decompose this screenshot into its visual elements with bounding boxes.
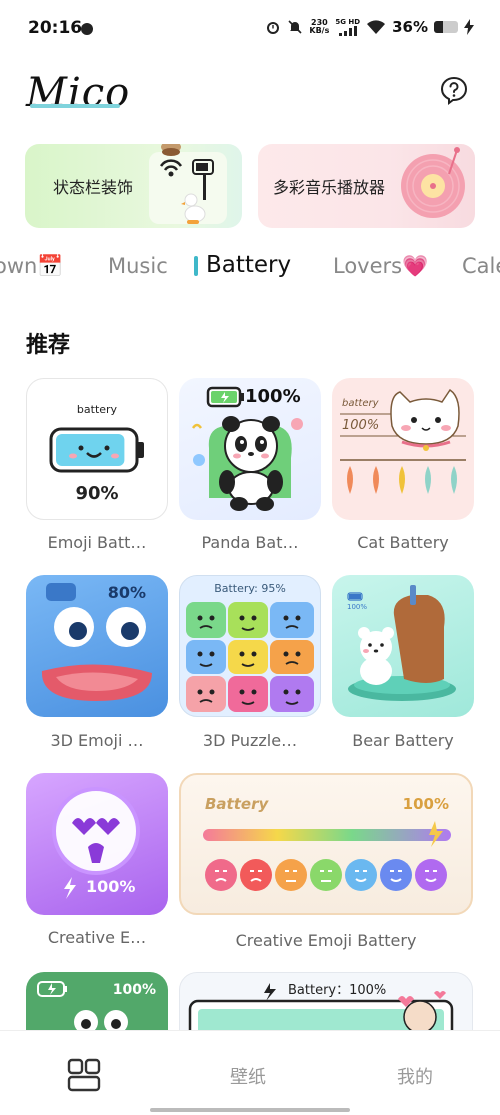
app-logo: Mico (26, 70, 131, 116)
3d-emoji-face-graphic (41, 583, 153, 701)
card-cat-battery[interactable]: battery 100% (332, 378, 474, 520)
bear-battery-graphic (347, 585, 456, 701)
charging-icon (464, 19, 474, 35)
emoji-face-row (205, 859, 447, 891)
question-circle-icon[interactable] (440, 76, 468, 106)
card-label: Emoji Batt… (47, 533, 147, 552)
status-icons: 230 KB/s 5G HD 36% (265, 18, 474, 36)
grid-icon[interactable] (67, 1058, 101, 1092)
card-thumb-caption: battery (76, 403, 118, 416)
battery-icon (434, 21, 458, 33)
status-time: 20:16 (28, 18, 83, 38)
card-thumb-value: 80% (107, 583, 146, 602)
banner-music-player[interactable]: 多彩音乐播放器 (258, 144, 475, 228)
banner-status-bar-decor[interactable]: 状态栏装饰 (25, 144, 242, 228)
vinyl-record-illustration (401, 147, 465, 218)
card-3d-emoji[interactable]: 80% (26, 575, 168, 717)
battery-percent: 36% (392, 18, 428, 36)
card-creative-emoji-small[interactable]: 100% (26, 773, 168, 915)
tab-battery[interactable]: Battery (206, 252, 291, 278)
nav-mine[interactable]: 我的 (397, 1063, 433, 1089)
card-thumb-value: 100% (86, 877, 136, 896)
section-title: 推荐 (26, 333, 71, 358)
rainbow-progress-graphic (203, 821, 451, 891)
wifi-icon (367, 20, 386, 34)
emoji-battery-graphic (49, 427, 144, 473)
status-bar: 20:16 230 KB/s 5G HD 36% (0, 0, 500, 60)
tab-countdown[interactable]: own📅 (0, 254, 63, 279)
card-label: 3D Emoji … (50, 731, 144, 750)
card-label: 3D Puzzle… (202, 731, 298, 750)
signal-block: 5G HD (335, 17, 361, 36)
puzzle-faces-graphic (186, 602, 314, 712)
frog-battery-graphic (37, 981, 128, 1032)
stopwatch-icon (81, 23, 93, 35)
card-label: Creative Emoji Battery (235, 931, 417, 950)
card-thumb-value: 90% (75, 483, 119, 504)
card-thumb-value: 100% (112, 982, 156, 998)
card-label: Panda Bat… (201, 533, 299, 552)
network-speed: 230 KB/s (309, 18, 330, 35)
card-label: Cat Battery (357, 533, 449, 552)
card-thumb-value: 100% (245, 386, 301, 407)
cat-battery-graphic (340, 388, 466, 494)
tab-music[interactable]: Music (108, 254, 168, 278)
card-thumb-caption: Battery: 95% (214, 582, 286, 595)
tab-active-indicator (194, 256, 198, 276)
card-label: Bear Battery (352, 731, 454, 750)
category-tabs: own📅 Music Battery Lovers💗 Cale (0, 250, 500, 286)
nav-wallpaper[interactable]: 壁纸 (230, 1063, 266, 1089)
card-label: Creative E… (47, 928, 147, 947)
tab-calendar[interactable]: Cale (462, 254, 500, 278)
alarm-icon (267, 22, 280, 34)
card-thumb-caption: Battery：100% (288, 983, 387, 998)
bottom-nav: 壁纸 我的 (0, 1030, 500, 1115)
duck-phone-illustration (149, 144, 227, 224)
card-bear-battery[interactable]: 100% (332, 575, 474, 717)
signal-icon (338, 25, 357, 36)
card-emoji-battery[interactable]: battery 90% (26, 378, 168, 520)
card-creative-emoji-battery[interactable]: Battery 100% (179, 773, 473, 915)
card-thumb-value: 100% (347, 603, 368, 611)
card-3d-puzzle[interactable]: Battery: 95% (179, 575, 321, 717)
banner-label: 状态栏装饰 (53, 178, 134, 197)
card-panda-battery[interactable]: 100% (179, 378, 321, 520)
mute-icon (288, 20, 302, 34)
banner-label: 多彩音乐播放器 (273, 178, 386, 197)
network-type: 5G HD (335, 17, 361, 26)
fish-row (347, 466, 457, 494)
tab-lovers[interactable]: Lovers💗 (333, 254, 428, 279)
home-indicator (150, 1108, 350, 1112)
logo-underline (30, 104, 120, 108)
